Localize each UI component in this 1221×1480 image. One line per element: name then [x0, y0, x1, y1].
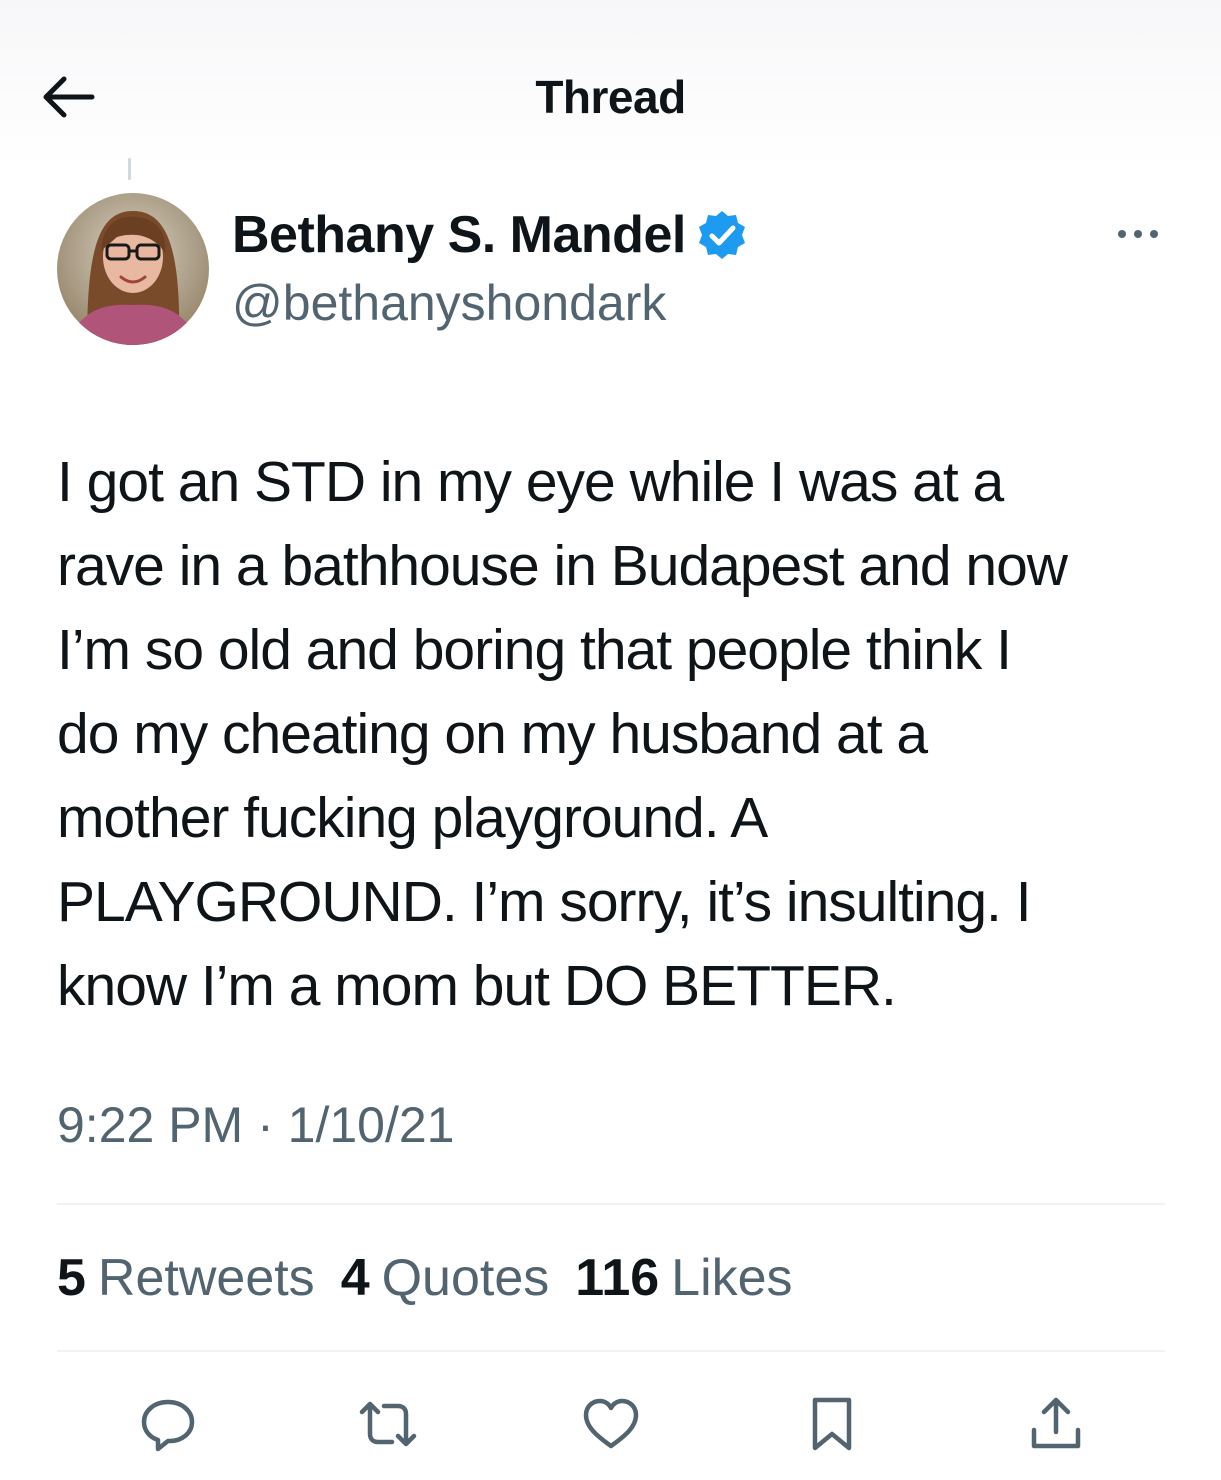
avatar-image: [57, 193, 209, 345]
like-button[interactable]: [579, 1392, 643, 1456]
retweets-count: 5: [57, 1249, 86, 1307]
retweets-stat[interactable]: 5 Retweets: [57, 1248, 315, 1308]
likes-stat[interactable]: 116 Likes: [575, 1248, 792, 1308]
bookmark-icon: [812, 1397, 852, 1451]
bookmark-button[interactable]: [800, 1392, 864, 1456]
share-icon: [1031, 1397, 1081, 1449]
author-display-name[interactable]: Bethany S. Mandel: [232, 205, 686, 265]
retweets-label: Retweets: [97, 1249, 315, 1307]
quotes-count: 4: [340, 1249, 370, 1307]
avatar[interactable]: [57, 193, 209, 345]
divider: [57, 1350, 1165, 1352]
author-name-row[interactable]: Bethany S. Mandel: [232, 205, 748, 265]
more-icon: [1118, 230, 1158, 238]
retweet-button[interactable]: [356, 1392, 420, 1456]
tweet-text: I got an STD in my eye while I was at a …: [57, 440, 1177, 1028]
likes-label: Likes: [671, 1249, 793, 1307]
tweet-line: I got an STD in my eye while I was at a: [57, 450, 1004, 514]
tweet-line: mother fucking playground. A: [57, 786, 768, 850]
verified-badge-icon: [698, 211, 745, 259]
reply-button[interactable]: [136, 1392, 200, 1456]
tweet-line: rave in a bathhouse in Budapest and now: [57, 534, 1068, 598]
retweet-icon: [359, 1401, 417, 1447]
divider: [57, 1203, 1165, 1205]
reply-icon: [141, 1399, 195, 1452]
share-button[interactable]: [1024, 1392, 1088, 1456]
tweet-line: know I’m a mom but DO BETTER.: [57, 954, 897, 1018]
tweet-timestamp[interactable]: 9:22 PM · 1/10/21: [57, 1096, 454, 1154]
top-bar: Thread: [0, 0, 1221, 170]
like-icon: [583, 1398, 639, 1449]
tweet-line: do my cheating on my husband at a: [57, 702, 928, 766]
likes-count: 116: [575, 1249, 660, 1307]
quotes-label: Quotes: [381, 1249, 550, 1307]
page-title: Thread: [535, 71, 686, 123]
more-options-button[interactable]: [1112, 222, 1164, 246]
thread-connector-line: [128, 158, 131, 180]
quotes-stat[interactable]: 4 Quotes: [341, 1248, 550, 1308]
author-handle[interactable]: @bethanyshondark: [232, 274, 666, 332]
engagement-stats: 5 Retweets 4 Quotes 116 Likes: [57, 1248, 819, 1308]
tweet-line: PLAYGROUND. I’m sorry, it’s insulting. I: [57, 870, 1032, 934]
tweet-line: I’m so old and boring that people think …: [57, 618, 1012, 682]
